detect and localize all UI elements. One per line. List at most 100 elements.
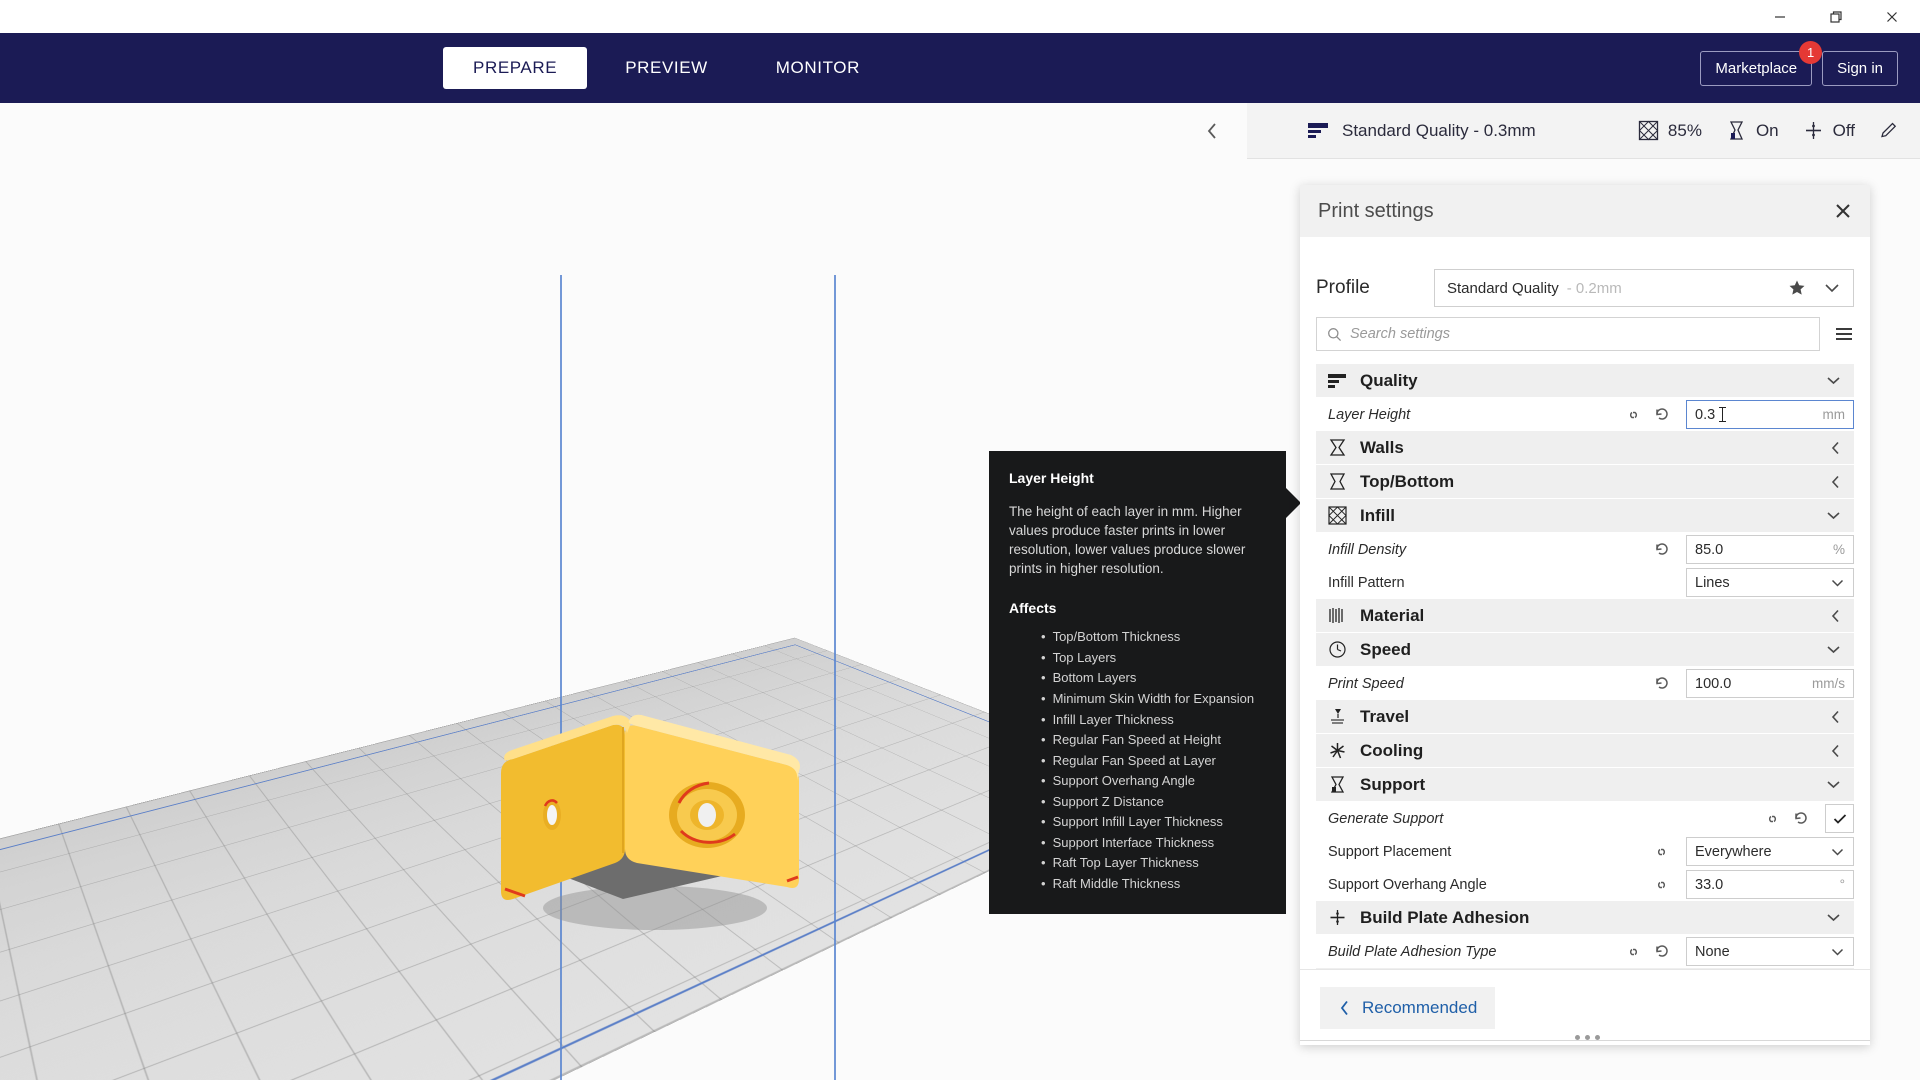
category-quality[interactable]: Quality: [1316, 364, 1854, 397]
recommended-button[interactable]: Recommended: [1320, 987, 1495, 1029]
link-icon[interactable]: [1764, 812, 1781, 826]
star-icon[interactable]: [1788, 279, 1806, 297]
setting-layer-height-label: Layer Height: [1328, 407, 1615, 423]
model-bracket[interactable]: [495, 703, 815, 933]
build-plate-adhesion-type-value: None: [1695, 944, 1730, 960]
marketplace-badge: 1: [1799, 41, 1822, 64]
setting-infill-density[interactable]: Infill Density 85.0 %: [1316, 533, 1854, 566]
panel-resize-handle[interactable]: [1575, 1035, 1600, 1040]
revert-icon[interactable]: [1654, 676, 1670, 691]
stage-tabs: PREPARE PREVIEW MONITOR: [443, 47, 890, 89]
build-plate-adhesion-type-select[interactable]: None: [1686, 937, 1854, 966]
setting-build-plate-adhesion-type-label: Build Plate Adhesion Type: [1328, 944, 1615, 960]
setting-print-speed[interactable]: Print Speed 100.0 mm/s: [1316, 667, 1854, 700]
setting-generate-support[interactable]: Generate Support: [1316, 802, 1854, 835]
list-item: Regular Fan Speed at Height: [1041, 730, 1266, 751]
infill-density-input[interactable]: 85.0 %: [1686, 535, 1854, 564]
adhesion-summary[interactable]: Off: [1803, 120, 1855, 141]
close-icon[interactable]: [1864, 0, 1920, 33]
adhesion-icon: [1328, 908, 1347, 927]
tooltip-arrow: [1285, 487, 1301, 519]
travel-icon: [1328, 708, 1347, 725]
category-build-plate-adhesion[interactable]: Build Plate Adhesion: [1316, 901, 1854, 934]
maximize-icon[interactable]: [1808, 0, 1864, 33]
list-item: Support Interface Thickness: [1041, 833, 1266, 854]
profile-label: Profile: [1316, 277, 1434, 299]
tab-preview[interactable]: PREVIEW: [595, 47, 738, 89]
layer-height-value: 0.3: [1695, 407, 1715, 423]
revert-icon[interactable]: [1654, 542, 1670, 557]
category-top-bottom[interactable]: Top/Bottom: [1316, 465, 1854, 498]
layer-height-input[interactable]: 0.3 mm: [1686, 400, 1854, 429]
link-icon[interactable]: [1625, 408, 1642, 422]
setting-support-overhang-angle[interactable]: Support Overhang Angle 33.0 °: [1316, 868, 1854, 901]
setting-infill-pattern[interactable]: Infill Pattern Lines: [1316, 566, 1854, 599]
chevron-down-icon[interactable]: [1825, 779, 1842, 790]
category-travel[interactable]: Travel: [1316, 700, 1854, 733]
signin-label: Sign in: [1837, 60, 1883, 77]
category-cooling[interactable]: Cooling: [1316, 734, 1854, 767]
support-overhang-angle-input[interactable]: 33.0 °: [1686, 870, 1854, 899]
chevron-left-icon[interactable]: [1829, 608, 1842, 624]
list-item: Top Layers: [1041, 648, 1266, 669]
print-settings-panel: Print settings Profile Standard Quality …: [1300, 185, 1870, 1045]
list-item: Support Overhang Angle: [1041, 771, 1266, 792]
print-setup-selector[interactable]: Standard Quality - 0.3mm 85%: [1247, 103, 1920, 159]
infill-summary[interactable]: 85%: [1638, 120, 1702, 141]
setting-build-plate-adhesion-type[interactable]: Build Plate Adhesion Type None: [1316, 935, 1854, 968]
chevron-left-icon[interactable]: [1829, 440, 1842, 456]
adhesion-value: Off: [1833, 121, 1855, 141]
collapse-panel-button[interactable]: [1177, 103, 1247, 159]
profile-summary-label: Standard Quality - 0.3mm: [1342, 121, 1536, 141]
main-navigation-bar: PREPARE PREVIEW MONITOR Marketplace 1 Si…: [0, 33, 1920, 103]
tooltip-title: Layer Height: [1009, 469, 1266, 489]
marketplace-button[interactable]: Marketplace 1: [1700, 51, 1812, 86]
list-item: Regular Fan Speed at Layer: [1041, 751, 1266, 772]
category-infill-label: Infill: [1360, 506, 1395, 526]
print-settings-body: Profile Standard Quality - 0.2mm: [1300, 237, 1870, 969]
search-input[interactable]: Search settings: [1316, 317, 1820, 351]
chevron-down-icon[interactable]: [1823, 282, 1841, 294]
tab-prepare[interactable]: PREPARE: [443, 47, 587, 89]
generate-support-checkbox[interactable]: [1825, 804, 1854, 833]
panel-resize-divider: [1300, 1040, 1870, 1041]
print-speed-input[interactable]: 100.0 mm/s: [1686, 669, 1854, 698]
chevron-left-icon[interactable]: [1829, 743, 1842, 759]
revert-icon[interactable]: [1654, 944, 1670, 959]
category-infill[interactable]: Infill: [1316, 499, 1854, 532]
support-summary[interactable]: On: [1726, 120, 1779, 141]
link-icon[interactable]: [1653, 845, 1670, 859]
category-material[interactable]: Material: [1316, 599, 1854, 632]
close-icon[interactable]: [1834, 202, 1852, 220]
profile-dropdown[interactable]: Standard Quality - 0.2mm: [1434, 269, 1854, 307]
minimize-icon[interactable]: [1752, 0, 1808, 33]
layers-icon: [1307, 122, 1329, 140]
chevron-left-icon[interactable]: [1829, 474, 1842, 490]
chevron-down-icon[interactable]: [1825, 510, 1842, 521]
profile-summary[interactable]: Standard Quality - 0.3mm: [1307, 121, 1536, 141]
list-item: Raft Top Layer Thickness: [1041, 853, 1266, 874]
revert-icon[interactable]: [1793, 811, 1809, 826]
revert-icon[interactable]: [1654, 407, 1670, 422]
setting-layer-height[interactable]: Layer Height 0.3 mm: [1316, 398, 1854, 431]
chevron-down-icon[interactable]: [1825, 644, 1842, 655]
tab-monitor[interactable]: MONITOR: [746, 47, 890, 89]
hamburger-icon[interactable]: [1834, 326, 1854, 342]
chevron-left-icon[interactable]: [1829, 709, 1842, 725]
infill-pattern-select[interactable]: Lines: [1686, 568, 1854, 597]
setting-infill-pattern-label: Infill Pattern: [1328, 575, 1660, 591]
chevron-down-icon[interactable]: [1825, 912, 1842, 923]
category-speed[interactable]: Speed: [1316, 633, 1854, 666]
signin-button[interactable]: Sign in: [1822, 51, 1898, 86]
support-placement-select[interactable]: Everywhere: [1686, 837, 1854, 866]
category-support[interactable]: Support: [1316, 768, 1854, 801]
category-walls-label: Walls: [1360, 438, 1404, 458]
edit-settings-button[interactable]: [1879, 121, 1898, 140]
chevron-down-icon[interactable]: [1825, 375, 1842, 386]
category-walls[interactable]: Walls: [1316, 431, 1854, 464]
setting-support-placement[interactable]: Support Placement Everywhere: [1316, 835, 1854, 868]
walls-icon: [1328, 439, 1347, 456]
infill-density-unit: %: [1833, 542, 1845, 557]
link-icon[interactable]: [1625, 945, 1642, 959]
link-icon[interactable]: [1653, 878, 1670, 892]
